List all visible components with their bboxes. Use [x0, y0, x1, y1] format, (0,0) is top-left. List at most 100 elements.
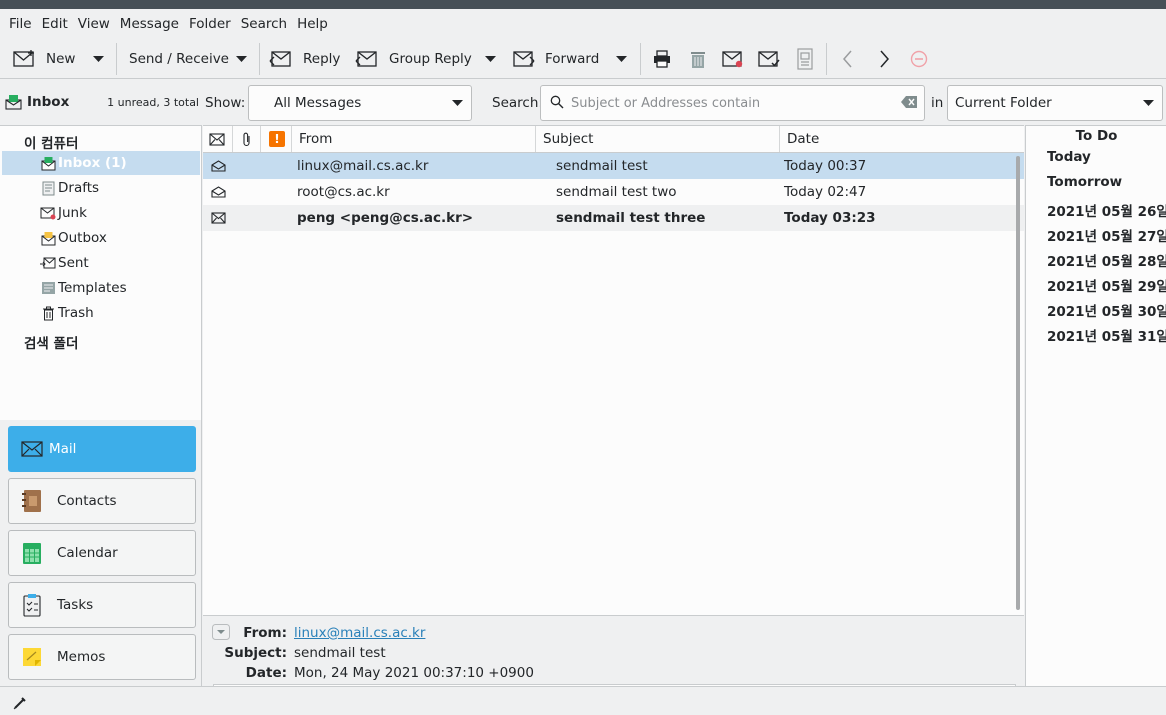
group-reply-menu-arrow[interactable]	[485, 39, 496, 79]
folder-trash-label: Trash	[58, 305, 94, 321]
todo-day[interactable]: 2021년 05월 27일	[1047, 225, 1166, 245]
folder-drafts[interactable]: Drafts	[2, 176, 200, 200]
importance-column-header[interactable]: !	[261, 126, 292, 152]
switcher-contacts[interactable]: Contacts	[8, 478, 196, 524]
message-subject: sendmail test two	[556, 184, 677, 200]
message-list: ! From Subject Date linux@mail.cs.ac.kr …	[203, 125, 1024, 615]
toolbar-separator	[826, 43, 827, 75]
group-reply-button-label: Group Reply	[389, 51, 472, 67]
new-button-label: New	[46, 51, 76, 67]
menubar: File Edit View Message Folder Search Hel…	[0, 9, 1166, 39]
toolbar: New Send / Receive Reply Group Reply For…	[0, 39, 1166, 79]
forward-icon	[511, 48, 535, 70]
folder-templates[interactable]: Templates	[2, 276, 200, 300]
inbox-icon	[40, 155, 56, 171]
account-on-this-computer[interactable]: 이 컴퓨터	[24, 132, 78, 152]
next-message-button[interactable]	[872, 39, 896, 79]
importance-icon: !	[269, 131, 285, 147]
show-filter-combo[interactable]: All Messages	[248, 85, 472, 121]
contacts-icon	[19, 488, 45, 514]
online-status-icon[interactable]	[13, 697, 26, 710]
preview-from-link[interactable]: linux@mail.cs.ac.kr	[294, 625, 425, 641]
message-row[interactable]: root@cs.ac.kr sendmail test two Today 02…	[203, 179, 1024, 205]
menu-view[interactable]: View	[73, 16, 115, 32]
todo-day[interactable]: 2021년 05월 26일	[1047, 200, 1166, 220]
switcher-tasks-label: Tasks	[57, 597, 94, 613]
menu-help[interactable]: Help	[292, 16, 333, 32]
send-receive-menu-arrow[interactable]	[236, 39, 247, 79]
reply-icon	[269, 48, 293, 70]
inbox-icon	[5, 94, 22, 110]
from-column-header[interactable]: From	[292, 126, 536, 152]
message-row[interactable]: linux@mail.cs.ac.kr sendmail test Today …	[203, 153, 1024, 179]
folder-trash[interactable]: Trash	[2, 301, 200, 325]
message-row[interactable]: peng <peng@cs.ac.kr> sendmail test three…	[203, 205, 1024, 231]
message-read-icon	[211, 153, 226, 179]
forward-menu-arrow[interactable]	[616, 39, 627, 79]
switcher-tasks[interactable]: Tasks	[8, 582, 196, 628]
folder-outbox[interactable]: Outbox	[2, 226, 200, 250]
switcher-calendar[interactable]: Calendar	[8, 530, 196, 576]
search-input[interactable]	[571, 94, 891, 112]
folder-tree: 이 컴퓨터 Inbox (1) Drafts Junk Outbox Sent	[0, 125, 202, 420]
search-scope-combo[interactable]: Current Folder	[947, 85, 1163, 121]
stop-button[interactable]	[907, 39, 931, 79]
todo-day[interactable]: 2021년 05월 28일	[1047, 250, 1166, 270]
chevron-down-icon	[1143, 100, 1154, 106]
reply-button[interactable]: Reply	[269, 39, 340, 79]
folder-sent[interactable]: Sent	[2, 251, 200, 275]
clear-search-icon[interactable]	[901, 96, 917, 108]
date-column-header[interactable]: Date	[780, 126, 1024, 152]
folder-drafts-label: Drafts	[58, 180, 100, 196]
not-junk-button[interactable]	[757, 39, 781, 79]
attachment-column-header[interactable]	[233, 126, 261, 152]
todo-day[interactable]: 2021년 05월 30일	[1047, 300, 1166, 320]
archive-icon	[793, 48, 817, 70]
todo-day[interactable]: Today	[1047, 149, 1091, 165]
previous-message-button[interactable]	[836, 39, 860, 79]
switcher-memos[interactable]: Memos	[8, 634, 196, 680]
todo-day[interactable]: 2021년 05월 31일	[1047, 325, 1166, 345]
print-button[interactable]	[650, 39, 674, 79]
todo-pane: To Do Today Tomorrow 2021년 05월 26일 2021년…	[1025, 125, 1166, 686]
menu-file[interactable]: File	[4, 16, 37, 32]
message-subject: sendmail test	[556, 158, 648, 174]
preview-date-key: Date:	[245, 665, 287, 681]
show-filter-value: All Messages	[274, 95, 362, 111]
message-list-scrollbar[interactable]	[1016, 156, 1020, 610]
preview-subject-value: sendmail test	[294, 645, 386, 661]
search-folders[interactable]: 검색 폴더	[24, 332, 78, 352]
tasks-icon	[19, 592, 45, 618]
message-date: Today 03:23	[784, 210, 876, 226]
folder-inbox[interactable]: Inbox (1)	[2, 151, 200, 175]
menu-folder[interactable]: Folder	[184, 16, 236, 32]
reply-button-label: Reply	[303, 51, 341, 67]
group-reply-button[interactable]: Group Reply	[355, 39, 472, 79]
junk-button[interactable]	[721, 39, 745, 79]
new-menu-arrow[interactable]	[93, 39, 104, 79]
folder-junk[interactable]: Junk	[2, 201, 200, 225]
menu-search[interactable]: Search	[236, 16, 292, 32]
not-junk-icon	[757, 48, 781, 70]
print-icon	[650, 48, 674, 70]
switcher-mail[interactable]: Mail	[8, 426, 196, 472]
memos-icon	[19, 644, 45, 670]
folder-sent-label: Sent	[58, 255, 89, 271]
envelope-icon	[209, 132, 225, 146]
delete-button[interactable]	[686, 39, 710, 79]
subject-column-label: Subject	[543, 131, 594, 147]
message-date: Today 00:37	[784, 158, 867, 174]
forward-button[interactable]: Forward	[511, 39, 599, 79]
send-receive-button[interactable]: Send / Receive	[129, 39, 229, 79]
todo-day[interactable]: 2021년 05월 29일	[1047, 275, 1166, 295]
new-button[interactable]: New	[12, 39, 75, 79]
message-from: root@cs.ac.kr	[297, 184, 390, 200]
subject-column-header[interactable]: Subject	[536, 126, 780, 152]
archive-button[interactable]	[793, 39, 817, 79]
search-icon	[550, 95, 564, 109]
folder-header-name: Inbox	[27, 94, 70, 110]
todo-day[interactable]: Tomorrow	[1047, 174, 1122, 190]
status-column-header[interactable]	[203, 126, 233, 152]
menu-message[interactable]: Message	[115, 16, 184, 32]
menu-edit[interactable]: Edit	[37, 16, 73, 32]
